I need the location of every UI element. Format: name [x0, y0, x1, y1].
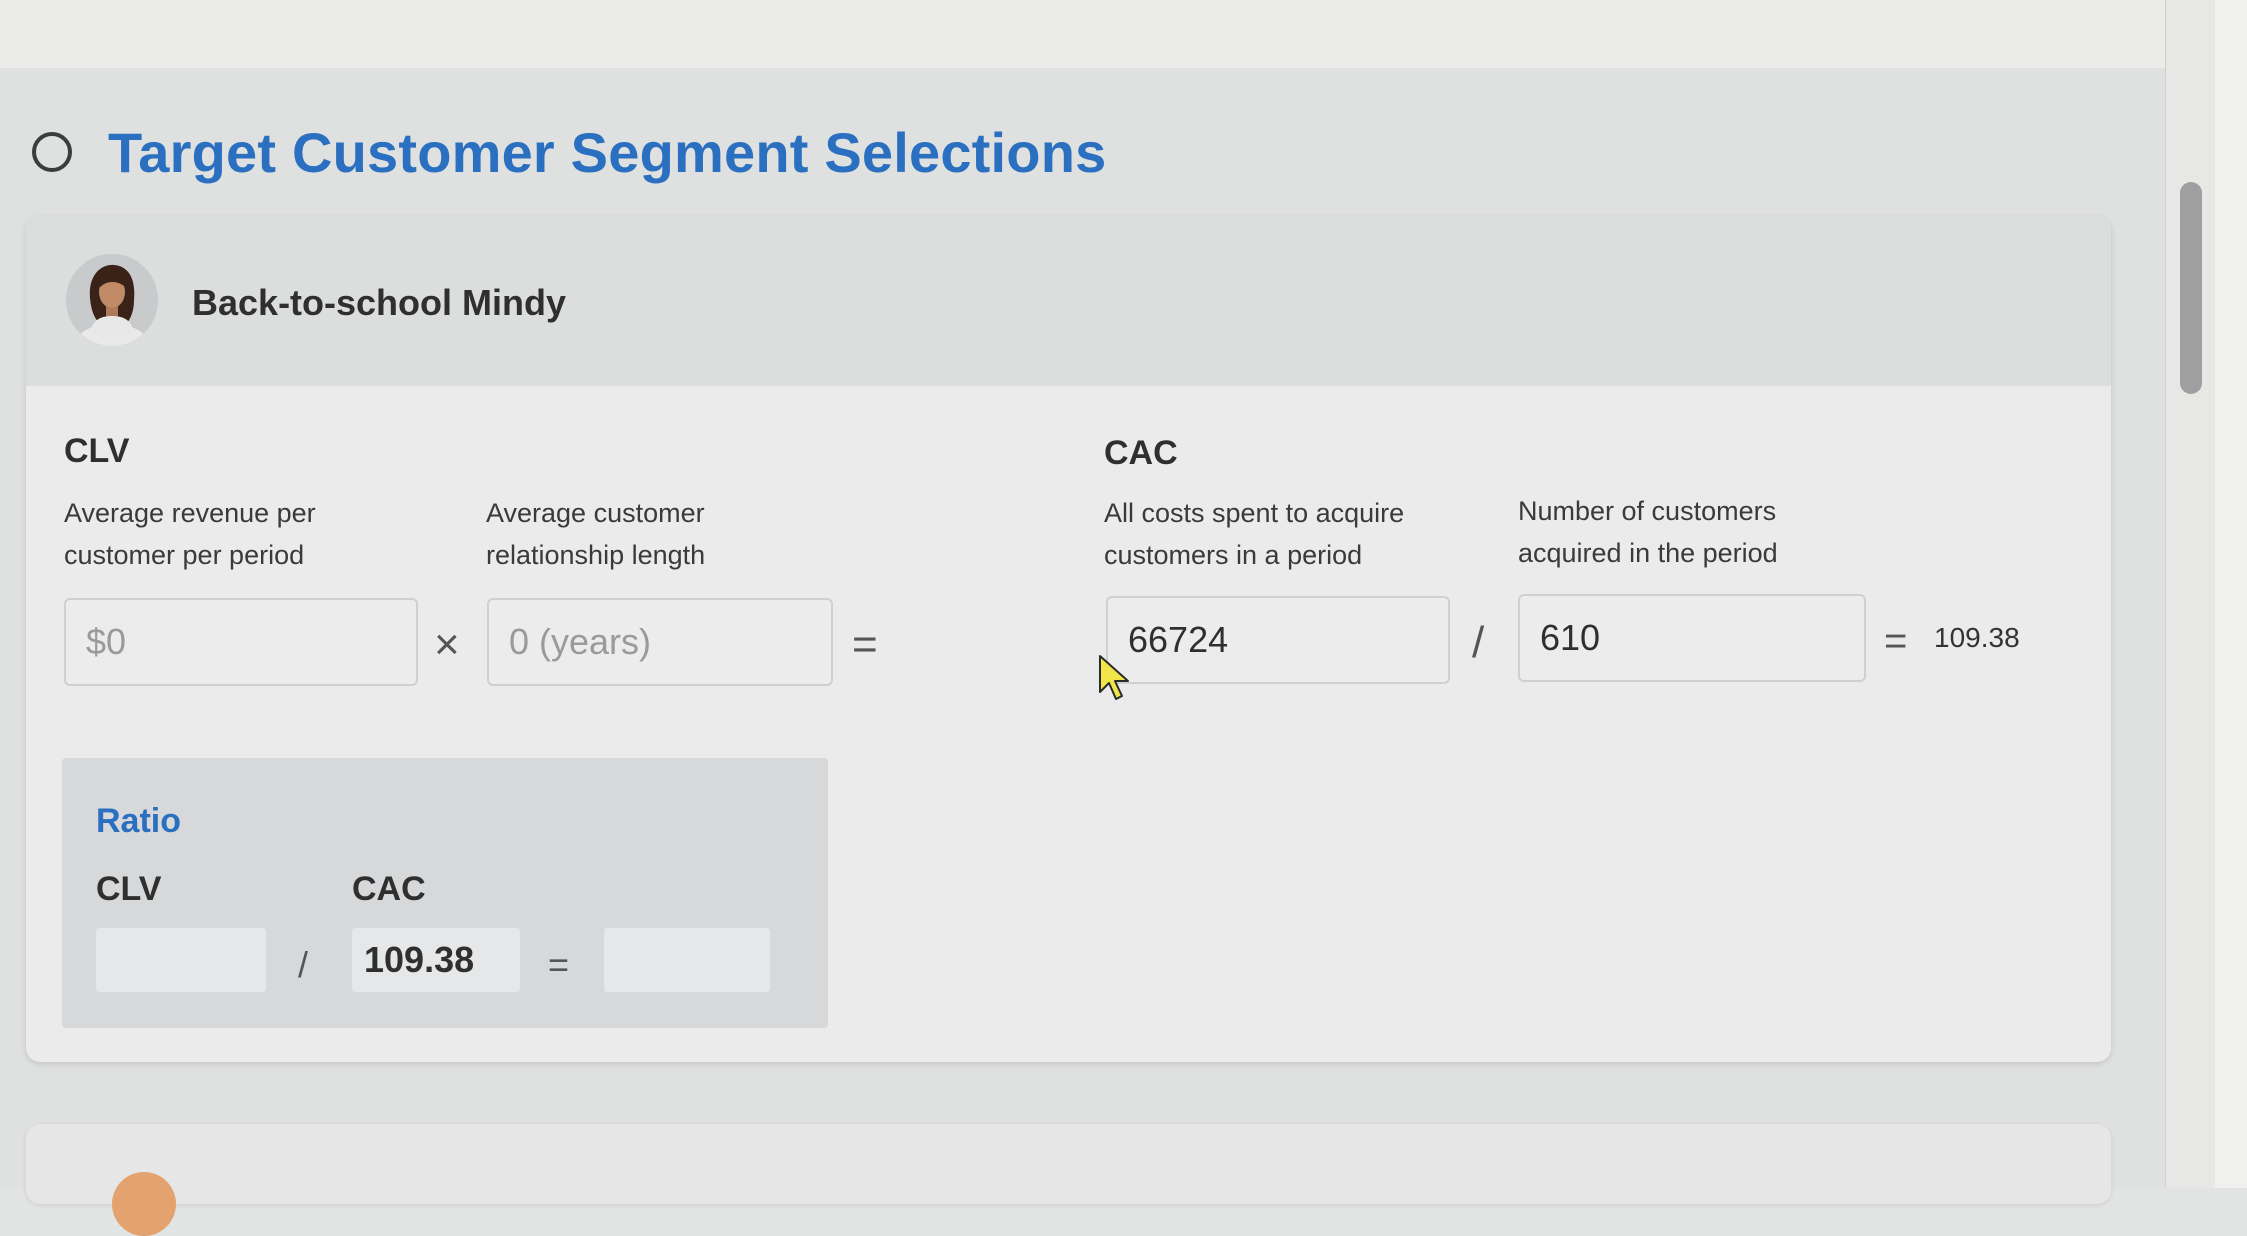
- ratio-clv-label: CLV: [96, 870, 162, 908]
- mouse-pointer-icon: [1099, 655, 1129, 700]
- relationship-length-input[interactable]: 0 (years): [487, 598, 833, 686]
- relationship-length-label: Average customer relationship length: [486, 498, 706, 570]
- clv-heading: CLV: [64, 432, 130, 470]
- ratio-title: Ratio: [96, 802, 181, 840]
- browser-top-band: [0, 0, 2165, 68]
- screen-edge: [2215, 0, 2247, 1188]
- revenue-label: Average revenue per customer per period: [64, 498, 316, 570]
- cac-equals-operator: =: [1884, 619, 1908, 663]
- section-title: Target Customer Segment Selections: [108, 121, 1107, 184]
- clv-equals-operator: =: [852, 620, 878, 669]
- customers-acquired-label: Number of customers acquired in the peri…: [1518, 496, 1778, 568]
- ratio-cac-input[interactable]: 109.38: [352, 928, 520, 992]
- customers-acquired-input[interactable]: 610: [1518, 594, 1866, 682]
- revenue-input[interactable]: $0: [64, 598, 418, 686]
- ratio-panel: Ratio CLV CAC / 109.38 =: [62, 758, 828, 1028]
- cac-heading: CAC: [1104, 434, 1178, 472]
- next-persona-card[interactable]: [26, 1124, 2111, 1236]
- next-persona-avatar-icon: [112, 1172, 176, 1236]
- acquisition-costs-input[interactable]: 66724: [1106, 596, 1450, 684]
- scrollbar-thumb[interactable]: [2180, 182, 2202, 394]
- persona-name: Back-to-school Mindy: [192, 282, 567, 323]
- cac-result-value: 109.38: [1934, 622, 2020, 653]
- section-radio-circle-icon[interactable]: [32, 132, 72, 172]
- ratio-divide-operator: /: [298, 944, 309, 985]
- scrollbar-track[interactable]: [2165, 0, 2216, 1188]
- woman-avatar-icon: [66, 254, 158, 346]
- divide-operator: /: [1472, 618, 1485, 667]
- acquisition-costs-label: All costs spent to acquire customers in …: [1104, 498, 1405, 570]
- ratio-result-input[interactable]: [604, 928, 770, 992]
- multiply-operator: ×: [434, 620, 460, 669]
- ratio-clv-input[interactable]: [96, 928, 266, 992]
- ratio-cac-label: CAC: [352, 870, 426, 908]
- persona-card-header: Back-to-school Mindy: [26, 216, 2111, 386]
- persona-card: Back-to-school Mindy CLV Average revenue…: [26, 216, 2111, 1062]
- ratio-equals-operator: =: [548, 944, 570, 985]
